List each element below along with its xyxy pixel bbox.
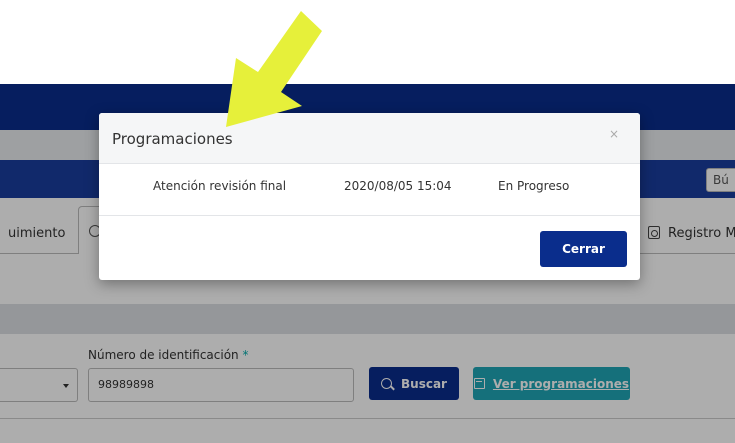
- modal-header: Programaciones ×: [99, 113, 640, 164]
- schedule-activity: Atención revisión final: [153, 179, 287, 193]
- close-button[interactable]: Cerrar: [540, 231, 627, 267]
- close-icon[interactable]: ×: [609, 127, 619, 141]
- schedule-datetime: 2020/08/05 15:04: [344, 179, 452, 193]
- programaciones-modal: Programaciones × Atención revisión final…: [99, 113, 640, 280]
- schedule-row: Atención revisión final 2020/08/05 15:04…: [99, 165, 640, 209]
- modal-divider: [99, 215, 640, 216]
- modal-title: Programaciones: [112, 130, 233, 148]
- schedule-status: En Progreso: [498, 179, 570, 193]
